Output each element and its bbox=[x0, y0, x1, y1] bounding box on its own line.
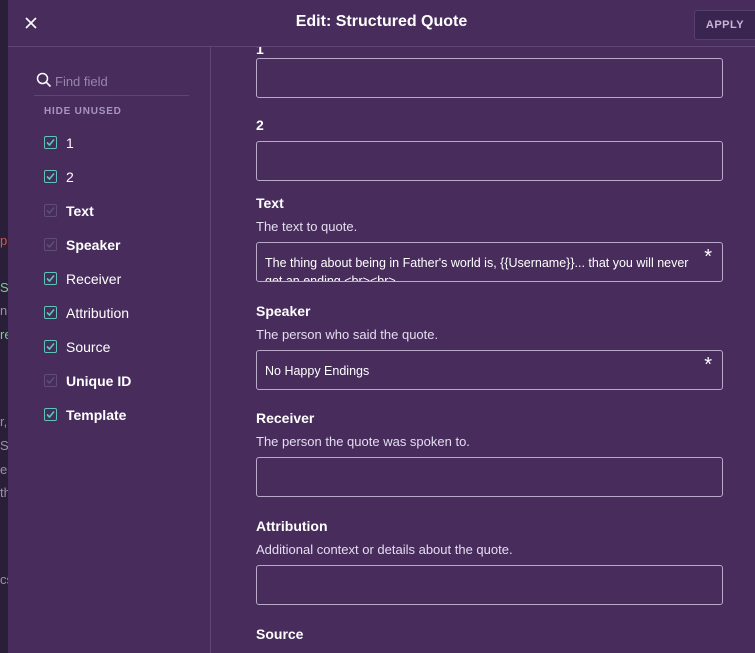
background-text: n bbox=[0, 303, 8, 318]
hide-unused-button[interactable]: HIDE UNUSED bbox=[44, 106, 122, 117]
dialog-title: Edit: Structured Quote bbox=[295, 13, 468, 30]
checkbox[interactable] bbox=[44, 204, 57, 217]
background-text: re bbox=[0, 327, 8, 342]
background-text: cs bbox=[0, 572, 8, 587]
checkmark-icon bbox=[46, 308, 55, 317]
field-toggle-label: Speaker bbox=[66, 237, 121, 253]
field-toggle-item[interactable]: 1 bbox=[44, 135, 131, 169]
background-text: Sx bbox=[0, 280, 8, 295]
background-page: p Sx n re r, S er th cs bbox=[0, 0, 8, 653]
field-label: Attribution bbox=[256, 518, 328, 534]
receiver-input[interactable] bbox=[256, 457, 723, 497]
background-text: r, bbox=[0, 414, 8, 429]
checkbox[interactable] bbox=[44, 170, 57, 183]
checkmark-icon bbox=[46, 240, 55, 249]
field-1-input[interactable] bbox=[256, 58, 723, 98]
required-icon: * bbox=[704, 354, 712, 376]
attribution-input[interactable] bbox=[256, 565, 723, 605]
checkmark-icon bbox=[46, 172, 55, 181]
field-toggle-item[interactable]: Source bbox=[44, 339, 131, 373]
field-label: Receiver bbox=[256, 410, 315, 426]
checkmark-icon bbox=[46, 342, 55, 351]
checkmark-icon bbox=[46, 410, 55, 419]
checkbox[interactable] bbox=[44, 272, 57, 285]
field-speaker: Speaker The person who said the quote. N… bbox=[256, 303, 723, 390]
checkmark-icon bbox=[46, 138, 55, 147]
background-text: S bbox=[0, 438, 8, 453]
field-label: 1 bbox=[256, 47, 264, 57]
checkmark-icon bbox=[46, 376, 55, 385]
field-description: The text to quote. bbox=[256, 219, 358, 234]
field-label: Text bbox=[256, 195, 284, 211]
checkbox[interactable] bbox=[44, 340, 57, 353]
field-sidebar: HIDE UNUSED 1 2 Text Speaker Receiver Attribu… bbox=[8, 47, 211, 653]
field-toggle-item[interactable]: Text bbox=[44, 203, 131, 237]
field-description: Additional context or details about the … bbox=[256, 542, 513, 557]
field-toggle-label: Attribution bbox=[66, 305, 130, 321]
dialog-header: Edit: Structured Quote APPLY bbox=[8, 0, 755, 47]
field-toggle-label: Source bbox=[66, 339, 111, 355]
checkbox[interactable] bbox=[44, 306, 57, 319]
field-label: Speaker bbox=[256, 303, 311, 319]
search-icon bbox=[36, 72, 52, 88]
field-2-input[interactable] bbox=[256, 141, 723, 181]
field-toggle-label: Text bbox=[66, 203, 94, 219]
required-icon: * bbox=[704, 246, 712, 268]
field-toggle-item[interactable]: Speaker bbox=[44, 237, 131, 271]
field-list: 1 2 Text Speaker Receiver Attribution Source Un… bbox=[44, 135, 131, 441]
field-toggle-item[interactable]: Template bbox=[44, 407, 131, 441]
checkbox[interactable] bbox=[44, 238, 57, 251]
field-toggle-label: Receiver bbox=[66, 271, 122, 287]
field-toggle-label: Template bbox=[66, 407, 127, 423]
field-toggle-label: 2 bbox=[66, 169, 74, 185]
checkbox[interactable] bbox=[44, 374, 57, 387]
checkbox[interactable] bbox=[44, 408, 57, 421]
field-value: No Happy Endings bbox=[265, 364, 370, 378]
apply-button[interactable]: APPLY bbox=[694, 10, 755, 40]
speaker-input[interactable]: No Happy Endings * bbox=[256, 350, 723, 390]
field-2: 2 bbox=[256, 117, 723, 181]
text-input[interactable]: The thing about being in Father's world … bbox=[256, 242, 723, 282]
field-description: The person who said the quote. bbox=[256, 327, 439, 342]
field-toggle-label: 1 bbox=[66, 135, 74, 151]
background-text: th bbox=[0, 485, 8, 500]
field-attribution: Attribution Additional context or detail… bbox=[256, 518, 723, 605]
field-value: The thing about being in Father's world … bbox=[265, 256, 689, 282]
field-text: Text The text to quote. The thing about … bbox=[256, 195, 723, 282]
edit-dialog: Edit: Structured Quote APPLY HIDE UNUSED… bbox=[8, 0, 755, 653]
field-toggle-item[interactable]: Unique ID bbox=[44, 373, 131, 407]
background-text: er bbox=[0, 462, 8, 477]
field-search bbox=[34, 69, 189, 96]
field-source: Source bbox=[256, 626, 723, 642]
field-1: 1 bbox=[256, 47, 723, 98]
field-toggle-label: Unique ID bbox=[66, 373, 132, 389]
search-input[interactable] bbox=[55, 71, 185, 91]
field-label: Source bbox=[256, 626, 304, 642]
field-toggle-item[interactable]: Receiver bbox=[44, 271, 131, 305]
field-label: 2 bbox=[256, 117, 264, 133]
checkmark-icon bbox=[46, 274, 55, 283]
checkbox[interactable] bbox=[44, 136, 57, 149]
field-toggle-item[interactable]: 2 bbox=[44, 169, 131, 203]
checkmark-icon bbox=[46, 206, 55, 215]
field-receiver: Receiver The person the quote was spoken… bbox=[256, 410, 723, 497]
background-text: p bbox=[0, 233, 8, 248]
field-description: The person the quote was spoken to. bbox=[256, 434, 470, 449]
field-form[interactable]: 1 2 Text The text to quote. The thing ab… bbox=[211, 47, 755, 653]
field-toggle-item[interactable]: Attribution bbox=[44, 305, 131, 339]
